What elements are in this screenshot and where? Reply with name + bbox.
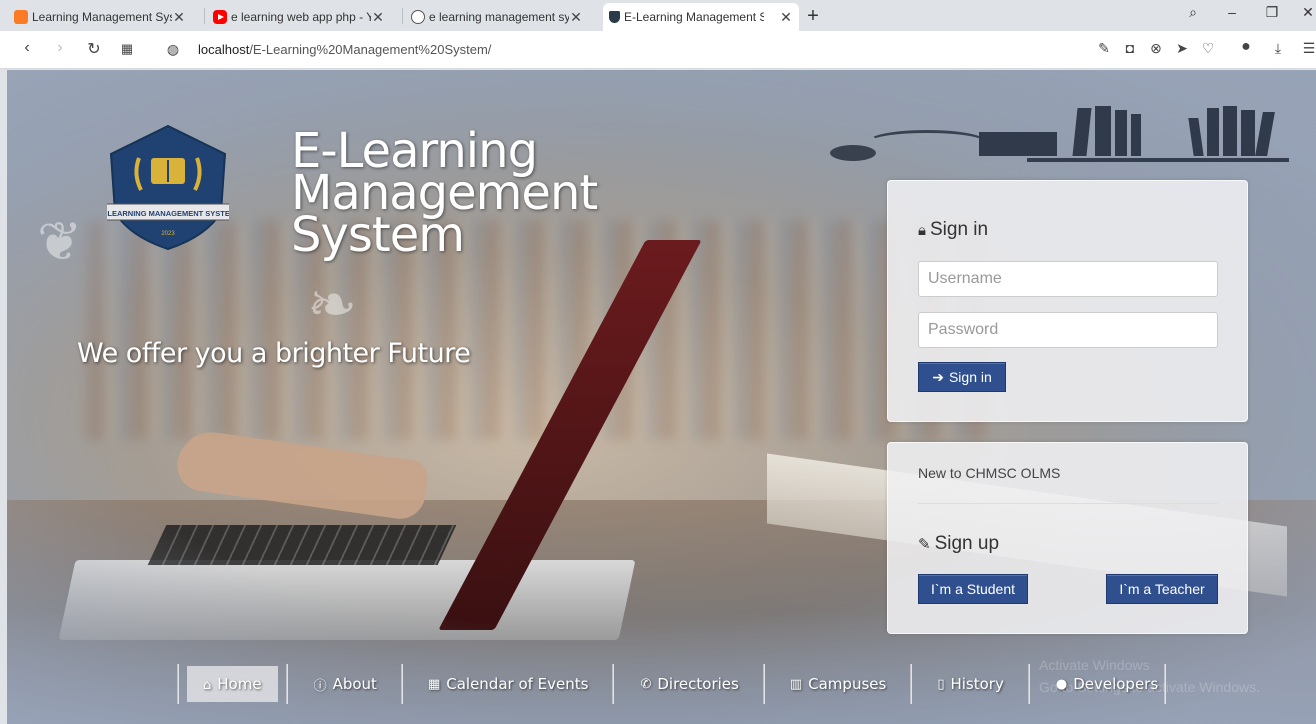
book-stack-illustration bbox=[979, 132, 1057, 156]
browser-tab-active[interactable]: E-Learning Management Sy ✕ bbox=[603, 3, 799, 31]
close-icon[interactable]: ✕ bbox=[371, 9, 385, 26]
lock-icon: 🔒︎ bbox=[918, 222, 926, 239]
close-window-icon[interactable]: ✕ bbox=[1298, 4, 1316, 21]
heart-icon[interactable]: ♡ bbox=[1199, 40, 1217, 57]
tab-divider bbox=[204, 8, 205, 24]
xampp-icon bbox=[14, 10, 28, 24]
book-illustration bbox=[1115, 110, 1127, 156]
swirl-ornament: ❧ bbox=[307, 270, 358, 340]
minimize-icon[interactable]: – bbox=[1222, 4, 1242, 20]
nav-item-label: Directories bbox=[657, 675, 739, 693]
browser-tab[interactable]: e learning management sys ✕ bbox=[405, 3, 589, 31]
download-icon[interactable]: ⤓ bbox=[1269, 40, 1287, 57]
nav-item-label: Campuses bbox=[808, 675, 887, 693]
nav-item-label: Calendar of Events bbox=[446, 675, 589, 693]
menu-icon[interactable]: ☰ bbox=[1300, 40, 1316, 57]
browser-tab-bar: Learning Management Syst ✕ e learning we… bbox=[0, 0, 1316, 31]
url-host: localhost bbox=[198, 42, 250, 57]
watermark-line: Activate Windows bbox=[1039, 657, 1150, 673]
file-icon: ▯ bbox=[937, 676, 945, 692]
calendar-icon: ▦ bbox=[427, 676, 441, 692]
tab-title: Learning Management Syst bbox=[32, 10, 172, 24]
nav-item-directories[interactable]: ✆ Directories bbox=[614, 664, 762, 704]
phone-icon: ✆ bbox=[640, 676, 652, 692]
signup-heading-text: Sign up bbox=[934, 533, 1000, 554]
restore-icon[interactable]: ❐ bbox=[1262, 4, 1282, 21]
shelf-illustration bbox=[1027, 158, 1289, 162]
close-icon[interactable]: ✕ bbox=[569, 9, 583, 26]
mouse-cord-illustration bbox=[867, 130, 987, 154]
site-info-globe-icon[interactable]: ◍ bbox=[163, 41, 183, 58]
new-tab-button[interactable]: + bbox=[804, 5, 822, 28]
book-illustration bbox=[1241, 110, 1255, 156]
nav-item-label: History bbox=[950, 675, 1004, 693]
tab-title: e learning web app php - Y bbox=[231, 10, 371, 24]
sign-in-arrow-icon: ➔ bbox=[932, 368, 944, 385]
tab-divider bbox=[402, 8, 403, 24]
signup-panel: New to CHMSC OLMS ✎ Sign up I`m a Student… bbox=[887, 442, 1248, 634]
browser-tab[interactable]: e learning web app php - Y ✕ bbox=[207, 3, 391, 31]
search-tabs-icon[interactable]: ⌕ bbox=[1183, 4, 1203, 21]
building-icon: ▥ bbox=[789, 676, 803, 692]
tab-title: E-Learning Management Sy bbox=[624, 10, 764, 24]
browser-tab[interactable]: Learning Management Syst ✕ bbox=[8, 3, 192, 31]
close-icon[interactable]: ✕ bbox=[172, 9, 186, 26]
student-signup-button[interactable]: I`m a Student bbox=[918, 574, 1028, 604]
profile-icon[interactable]: ● bbox=[1237, 38, 1255, 56]
home-icon: ⌂ bbox=[203, 678, 212, 693]
browser-toolbar: ‹ › ↻ ▦ ◍ localhost/E-Learning%20Managem… bbox=[0, 31, 1316, 69]
url-path: /E-Learning%20Management%20System/ bbox=[249, 42, 492, 57]
logo-year: 2023 bbox=[161, 231, 175, 237]
globe-icon bbox=[411, 10, 425, 24]
new-to-text: New to CHMSC OLMS bbox=[918, 465, 1061, 481]
nav-item-about[interactable]: ⓘ About bbox=[288, 664, 401, 704]
info-icon: ⓘ bbox=[313, 678, 327, 694]
edit-icon[interactable]: ✎ bbox=[1095, 40, 1113, 57]
activate-windows-watermark: Activate Windows Go to Settings to activ… bbox=[1039, 654, 1260, 698]
nav-item-calendar[interactable]: ▦ Calendar of Events bbox=[403, 664, 613, 704]
nav-item-home-highlight: ⌂ Home bbox=[187, 666, 278, 702]
divider bbox=[918, 503, 1218, 504]
book-illustration bbox=[1223, 106, 1237, 156]
adblock-icon[interactable]: ⊗ bbox=[1147, 40, 1165, 57]
username-input[interactable] bbox=[918, 261, 1218, 297]
logo-emblem: E-LEARNING MANAGEMENT SYSTEM 2023 bbox=[107, 124, 229, 251]
signin-button[interactable]: ➔ Sign in bbox=[918, 362, 1006, 392]
forward-icon[interactable]: › bbox=[50, 39, 70, 57]
swirl-ornament: ❦ bbox=[37, 210, 83, 273]
nav-item-history[interactable]: ▯ History bbox=[912, 664, 1028, 704]
camera-icon[interactable]: ◘ bbox=[1121, 40, 1139, 56]
shield-icon bbox=[609, 11, 620, 23]
tagline: We offer you a brighter Future bbox=[77, 338, 471, 369]
main-nav: ⌂ Home ⓘ About ▦ Calendar of Events ✆ Direct… bbox=[177, 664, 1167, 704]
password-input[interactable] bbox=[918, 312, 1218, 348]
watermark-line: Go to Settings to activate Windows. bbox=[1039, 679, 1260, 695]
speed-dial-icon[interactable]: ▦ bbox=[117, 41, 137, 57]
close-icon[interactable]: ✕ bbox=[779, 9, 793, 26]
site-title: E-Learning Management System bbox=[291, 127, 671, 259]
address-bar[interactable]: localhost/E-Learning%20Management%20Syst… bbox=[198, 42, 491, 57]
tab-title: e learning management sys bbox=[429, 10, 569, 24]
signin-heading: 🔒︎ Sign in bbox=[918, 219, 988, 241]
book-illustration bbox=[1207, 108, 1219, 156]
signin-heading-text: Sign in bbox=[929, 219, 989, 240]
send-icon[interactable]: ➤ bbox=[1173, 40, 1191, 57]
nav-item-label: Home bbox=[217, 675, 262, 693]
signin-panel: 🔒︎Sign in ➔Sign in bbox=[887, 180, 1248, 422]
nav-item-home[interactable]: ⌂ Home bbox=[179, 664, 286, 704]
book-illustration bbox=[1095, 106, 1111, 156]
signup-heading: ✎ Sign up bbox=[918, 533, 999, 555]
nav-item-campuses[interactable]: ▥ Campuses bbox=[765, 664, 910, 704]
nav-item-label: About bbox=[332, 675, 377, 693]
reload-icon[interactable]: ↻ bbox=[84, 39, 104, 59]
signin-button-label: Sign in bbox=[948, 369, 992, 385]
teacher-signup-button[interactable]: I`m a Teacher bbox=[1106, 574, 1218, 604]
book-illustration bbox=[1131, 114, 1141, 156]
edit-icon: ✎ bbox=[918, 536, 931, 553]
logo-banner-text: E-LEARNING MANAGEMENT SYSTEM bbox=[107, 209, 229, 218]
youtube-icon bbox=[213, 10, 227, 24]
page-viewport: ❦ ❧ E-LEARNING MANAGEMENT SYSTEM 2023 E-… bbox=[7, 70, 1316, 724]
back-icon[interactable]: ‹ bbox=[17, 39, 37, 57]
